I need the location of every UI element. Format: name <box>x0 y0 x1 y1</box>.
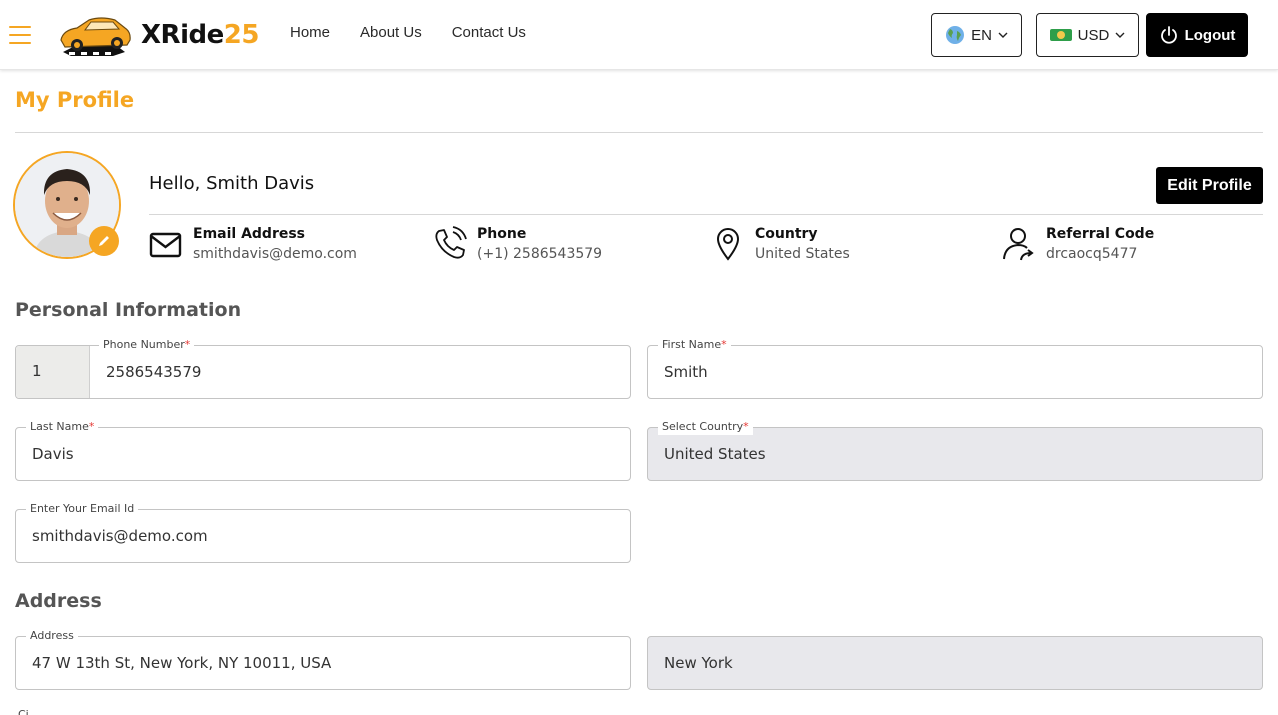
info-country: Country United States <box>710 224 850 264</box>
edit-profile-button[interactable]: Edit Profile <box>1156 167 1263 204</box>
nav-home[interactable]: Home <box>290 24 330 41</box>
car-logo-icon <box>60 17 131 56</box>
menu-hamburger-icon[interactable] <box>9 26 31 44</box>
address-input[interactable] <box>32 637 622 689</box>
country-value: United States <box>755 246 850 262</box>
last-name-input[interactable] <box>32 428 622 480</box>
email-value: smithdavis@demo.com <box>193 246 357 262</box>
address-field: Address <box>15 628 631 690</box>
email-input[interactable] <box>32 510 622 562</box>
phone-label: Phone <box>477 226 527 242</box>
referral-label: Referral Code <box>1046 226 1155 242</box>
title-divider <box>15 132 1263 133</box>
email-field: Enter Your Email Id <box>15 501 631 563</box>
envelope-icon <box>149 232 182 258</box>
phone-number-field: 1 Phone Number* <box>15 337 631 399</box>
pencil-icon <box>99 236 109 246</box>
info-phone: Phone (+1) 2586543579 <box>432 224 602 264</box>
power-icon <box>1160 26 1177 44</box>
select-country-field: Select Country* <box>647 419 1263 481</box>
info-referral: Referral Code drcaocq5477 <box>1001 224 1154 264</box>
card-divider <box>149 214 1263 215</box>
greeting: Hello, Smith Davis <box>149 173 315 194</box>
select-country-input[interactable] <box>664 428 1254 480</box>
language-value: EN <box>971 26 992 44</box>
brand-logo[interactable]: XRide25 <box>55 12 259 58</box>
first-name-field: First Name* <box>647 337 1263 399</box>
city-input[interactable] <box>664 637 1254 689</box>
address-heading: Address <box>15 590 102 612</box>
referral-value: drcaocq5477 <box>1046 246 1138 262</box>
email-label: Email Address <box>193 226 306 242</box>
info-email: Email Address smithdavis@demo.com <box>148 224 357 264</box>
first-name-input[interactable] <box>664 346 1254 398</box>
main-nav: Home About Us Contact Us <box>290 24 526 41</box>
currency-selector[interactable]: USD <box>1036 13 1139 57</box>
edit-avatar-button[interactable] <box>89 226 119 256</box>
logout-button[interactable]: Logout <box>1146 13 1248 57</box>
brand-name: XRide25 <box>141 20 259 50</box>
country-code-prefix[interactable]: 1 <box>16 346 90 398</box>
nav-contact-us[interactable]: Contact Us <box>452 24 526 41</box>
globe-icon <box>946 26 965 44</box>
personal-info-heading: Personal Information <box>15 299 242 321</box>
nav-about-us[interactable]: About Us <box>360 24 422 41</box>
currency-value: USD <box>1077 26 1110 44</box>
phone-number-input[interactable] <box>106 346 620 398</box>
money-icon <box>1049 29 1072 41</box>
location-pin-icon <box>716 228 740 261</box>
top-navbar: XRide25 Home About Us Contact Us EN USD … <box>0 0 1278 70</box>
logout-label: Logout <box>1184 26 1236 44</box>
chevron-down-icon <box>998 32 1008 38</box>
phone-icon <box>435 226 467 259</box>
page-title: My Profile <box>15 88 135 112</box>
language-selector[interactable]: EN <box>931 13 1022 57</box>
last-name-field: Last Name* <box>15 419 631 481</box>
user-share-icon <box>1003 228 1034 261</box>
chevron-down-icon <box>1115 32 1125 38</box>
country-label: Country <box>755 226 818 242</box>
phone-value: (+1) 2586543579 <box>477 246 603 262</box>
next-field-label: Ci <box>18 708 29 715</box>
city-field <box>647 636 1263 690</box>
